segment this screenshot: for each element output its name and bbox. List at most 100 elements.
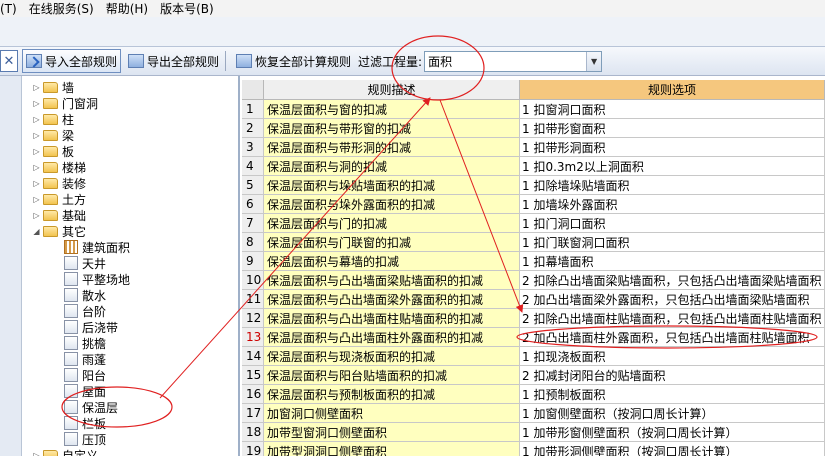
rule-option-cell[interactable]: 1 扣预制板面积	[520, 385, 825, 404]
rule-row[interactable]: 12 保温层面积与凸出墙面柱贴墙面积的扣减 2 扣除凸出墙面柱贴墙面积，只包括凸出墙…	[242, 309, 825, 328]
tree-node-label: 挑檐	[82, 336, 107, 351]
rule-row[interactable]: 15 保温层面积与阳台贴墙面积的扣减 2 扣减封闭阳台的贴墙面积	[242, 366, 825, 385]
rule-option-cell[interactable]: 1 扣门洞口面积	[520, 214, 825, 233]
row-number: 18	[242, 423, 264, 442]
rule-row[interactable]: 13 保温层面积与凸出墙面柱外露面积的扣减 2 加凸出墙面柱外露面积，只包括凸出墙面…	[242, 328, 825, 347]
tree-folder[interactable]: ▷ 土方	[32, 191, 86, 207]
tree-folder[interactable]: ▷ 基础	[32, 207, 86, 223]
expand-toggle-icon[interactable]: ▷	[32, 163, 41, 172]
rule-option-cell[interactable]: 2 扣减封闭阳台的贴墙面积	[520, 366, 825, 385]
rule-row[interactable]: 7 保温层面积与门的扣减 1 扣门洞口面积	[242, 214, 825, 233]
menu-item[interactable]: 帮助(H)	[106, 0, 148, 17]
tree-folder[interactable]: ▷ 柱	[32, 111, 74, 127]
rule-option-cell[interactable]: 1 加窗侧壁面积（按洞口周长计算）	[520, 404, 825, 423]
rule-option-cell[interactable]: 1 扣窗洞口面积	[520, 100, 825, 119]
rule-option-cell[interactable]: 2 扣除凸出墙面梁贴墙面积，只包括凸出墙面梁贴墙面积	[520, 271, 825, 290]
rule-description-cell: 加带型窗洞口侧壁面积	[264, 423, 520, 442]
tree-leaf[interactable]: 天井	[64, 255, 106, 271]
component-icon	[64, 400, 78, 414]
tree-folder[interactable]: ◢ 其它	[32, 223, 86, 239]
rule-option-cell[interactable]: 1 加带形洞侧壁面积（按洞口周长计算）	[520, 442, 825, 456]
menu-item[interactable]: (T)	[0, 2, 17, 16]
expand-toggle-icon[interactable]: ▷	[32, 147, 41, 156]
rule-description-cell: 保温层面积与垛外露面积的扣减	[264, 195, 520, 214]
rule-row[interactable]: 18 加带型窗洞口侧壁面积 1 加带形窗侧壁面积（按洞口周长计算）	[242, 423, 825, 442]
rule-row[interactable]: 14 保温层面积与现浇板面积的扣减 1 扣现浇板面积	[242, 347, 825, 366]
tree-folder[interactable]: ▷ 墙	[32, 79, 74, 95]
expand-toggle-icon[interactable]: ◢	[32, 227, 41, 236]
expand-toggle-icon[interactable]: ▷	[32, 195, 41, 204]
tree-folder[interactable]: ▷ 自定义	[32, 447, 98, 456]
expand-toggle-icon[interactable]: ▷	[32, 131, 41, 140]
tree-node-label: 基础	[62, 208, 87, 223]
rule-option-cell[interactable]: 1 扣门联窗洞口面积	[520, 233, 825, 252]
tree-leaf[interactable]: 雨蓬	[64, 351, 106, 367]
expand-toggle-icon[interactable]: ▷	[32, 211, 41, 220]
expand-toggle-icon[interactable]: ▷	[32, 99, 41, 108]
rule-option-cell[interactable]: 1 加墙垛外露面积	[520, 195, 825, 214]
tree-leaf[interactable]: 栏板	[64, 415, 106, 431]
tree-leaf[interactable]: 挑檐	[64, 335, 106, 351]
tree-folder[interactable]: ▷ 门窗洞	[32, 95, 98, 111]
expand-toggle-icon[interactable]: ▷	[32, 179, 41, 188]
tree-leaf[interactable]: 建筑面积	[64, 239, 130, 255]
rule-row[interactable]: 19 加带型洞洞口侧壁面积 1 加带形洞侧壁面积（按洞口周长计算）	[242, 442, 825, 456]
tree-folder[interactable]: ▷ 梁	[32, 127, 74, 143]
tree-leaf[interactable]: 散水	[64, 287, 106, 303]
rule-option-cell[interactable]: 2 加凸出墙面柱外露面积，只包括凸出墙面柱贴墙面积	[520, 328, 825, 347]
rules-grid: 规则描述 规则选项 1 保温层面积与窗的扣减 1 扣窗洞口面积 2 保温层面积与带形窗的…	[242, 76, 825, 456]
chevron-down-icon[interactable]: ▼	[586, 51, 602, 71]
import-all-rules-button[interactable]: 导入全部规则	[22, 49, 122, 73]
rule-row[interactable]: 2 保温层面积与带形窗的扣减 1 扣带形窗面积	[242, 119, 825, 138]
rule-option-cell[interactable]: 1 扣现浇板面积	[520, 347, 825, 366]
tree-folder[interactable]: ▷ 装修	[32, 175, 86, 191]
expand-toggle-icon[interactable]: ▷	[32, 115, 41, 124]
folder-icon	[43, 177, 58, 189]
rule-description-cell: 保温层面积与洞的扣减	[264, 157, 520, 176]
rule-option-cell[interactable]: 1 扣除墙垛贴墙面积	[520, 176, 825, 195]
expand-toggle-icon[interactable]: ▷	[32, 83, 41, 92]
tree-leaf[interactable]: 保温层	[64, 399, 118, 415]
rule-row[interactable]: 1 保温层面积与窗的扣减 1 扣窗洞口面积	[242, 100, 825, 119]
rule-option-header: 规则选项	[520, 80, 825, 100]
tree-leaf[interactable]: 屋面	[64, 383, 106, 399]
tree-folder[interactable]: ▷ 板	[32, 143, 74, 159]
rule-row[interactable]: 11 保温层面积与凸出墙面梁外露面积的扣减 2 加凸出墙面梁外露面积，只包括凸出墙面…	[242, 290, 825, 309]
rule-row[interactable]: 6 保温层面积与垛外露面积的扣减 1 加墙垛外露面积	[242, 195, 825, 214]
rule-option-cell[interactable]: 1 扣带形洞面积	[520, 138, 825, 157]
rule-row[interactable]: 9 保温层面积与幕墙的扣减 1 扣幕墙面积	[242, 252, 825, 271]
rule-option-cell[interactable]: 1 扣幕墙面积	[520, 252, 825, 271]
tree-folder[interactable]: ▷ 楼梯	[32, 159, 86, 175]
rule-option-cell[interactable]: 1 扣0.3m2以上洞面积	[520, 157, 825, 176]
row-number: 9	[242, 252, 264, 271]
rule-option-cell[interactable]: 1 加带形窗侧壁面积（按洞口周长计算）	[520, 423, 825, 442]
tree-leaf[interactable]: 后浇带	[64, 319, 118, 335]
grid-header: 规则描述 规则选项	[242, 80, 825, 100]
rule-row[interactable]: 17 加窗洞口侧壁面积 1 加窗侧壁面积（按洞口周长计算）	[242, 404, 825, 423]
rule-row[interactable]: 16 保温层面积与预制板面积的扣减 1 扣预制板面积	[242, 385, 825, 404]
tree-leaf[interactable]: 台阶	[64, 303, 106, 319]
row-number: 16	[242, 385, 264, 404]
rule-description-cell: 保温层面积与凸出墙面柱外露面积的扣减	[264, 328, 520, 347]
rule-option-cell[interactable]: 2 加凸出墙面梁外露面积，只包括凸出墙面梁贴墙面积	[520, 290, 825, 309]
rule-option-cell[interactable]: 2 扣除凸出墙面柱贴墙面积，只包括凸出墙面柱贴墙面积	[520, 309, 825, 328]
menu-item[interactable]: 版本号(B)	[160, 0, 214, 17]
tree-leaf[interactable]: 平整场地	[64, 271, 130, 287]
rule-row[interactable]: 3 保温层面积与带形洞的扣减 1 扣带形洞面积	[242, 138, 825, 157]
rule-row[interactable]: 4 保温层面积与洞的扣减 1 扣0.3m2以上洞面积	[242, 157, 825, 176]
menu-item[interactable]: 在线服务(S)	[29, 0, 94, 17]
expand-toggle-icon[interactable]: ▷	[32, 451, 41, 456]
tree-leaf[interactable]: 阳台	[64, 367, 106, 383]
restore-all-rules-button[interactable]: 恢复全部计算规则	[233, 49, 354, 73]
tree-leaf[interactable]: 压顶	[64, 431, 106, 447]
filter-quantity-select[interactable]: 面积 ▼	[424, 50, 603, 72]
rule-row[interactable]: 10 保温层面积与凸出墙面梁贴墙面积的扣减 2 扣除凸出墙面梁贴墙面积，只包括凸出墙…	[242, 271, 825, 290]
rule-option-cell[interactable]: 1 扣带形窗面积	[520, 119, 825, 138]
rule-row[interactable]: 5 保温层面积与垛贴墙面积的扣减 1 扣除墙垛贴墙面积	[242, 176, 825, 195]
tree-node-label: 墙	[62, 80, 75, 95]
folder-icon	[43, 449, 58, 456]
close-panel-button[interactable]: ✕	[0, 50, 18, 72]
rule-row[interactable]: 8 保温层面积与门联窗的扣减 1 扣门联窗洞口面积	[242, 233, 825, 252]
folder-icon	[43, 113, 58, 125]
export-all-rules-button[interactable]: 导出全部规则	[125, 49, 222, 73]
